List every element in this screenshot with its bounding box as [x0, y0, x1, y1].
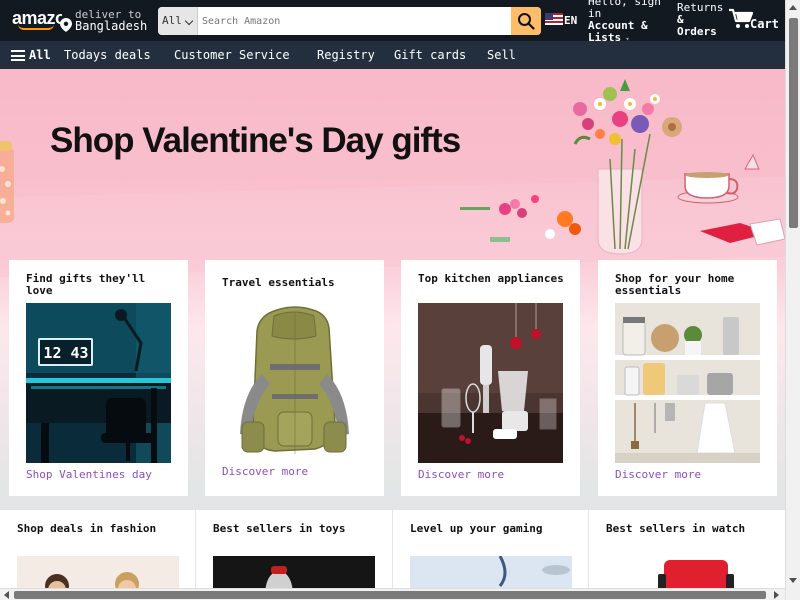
scroll-down-arrow-icon[interactable]	[789, 578, 797, 583]
search-category-label: All	[162, 14, 182, 27]
card-find-gifts[interactable]: Find gifts they'll love 12 43 Shop Valen…	[9, 260, 188, 496]
card-link[interactable]: Discover more	[418, 469, 504, 481]
subnav-sell[interactable]: Sell	[487, 48, 516, 62]
card-kitchen-appliances[interactable]: Top kitchen appliances Discover more	[401, 260, 580, 496]
scroll-up-arrow-icon[interactable]	[789, 5, 797, 10]
kitchen-appliances-image[interactable]	[418, 303, 563, 463]
search-button[interactable]	[511, 7, 541, 35]
logo-smile-icon	[18, 24, 54, 30]
card-link[interactable]: Discover more	[222, 466, 308, 478]
hero-title: Shop Valentine's Day gifts	[50, 121, 461, 160]
search-icon	[518, 13, 535, 30]
cart-label: Cart	[750, 17, 779, 31]
scroll-left-arrow-icon[interactable]	[4, 591, 9, 599]
horizontal-scrollbar[interactable]	[0, 588, 785, 600]
search-input[interactable]	[198, 7, 511, 35]
backpack-image[interactable]	[222, 304, 367, 460]
hamburger-menu-icon[interactable]	[11, 50, 25, 61]
vertical-scroll-thumb[interactable]	[789, 18, 798, 228]
returns-label: Returns	[677, 1, 724, 14]
us-flag-icon	[545, 13, 563, 25]
top-nav: amazon deliver to Bangladesh All EN Hell…	[0, 0, 785, 44]
desk-clock-text: 12 43	[43, 344, 88, 362]
language-selector[interactable]: EN	[545, 13, 577, 27]
card-best-sellers-watch[interactable]: Best sellers in watch	[589, 510, 785, 600]
card-gaming[interactable]: Level up your gaming	[393, 510, 588, 600]
scroll-right-arrow-icon[interactable]	[774, 591, 779, 599]
card-title: Level up your gaming	[410, 522, 543, 535]
language-label: EN	[564, 14, 578, 27]
card-title: Shop deals in fashion	[17, 522, 157, 535]
card-title: Best sellers in toys	[213, 522, 346, 535]
returns-orders[interactable]: Returns & Orders	[677, 2, 727, 38]
card-title: Best sellers in watch	[606, 522, 746, 535]
candle-jar-image	[0, 141, 14, 223]
card-fashion-deals[interactable]: Shop deals in fashion	[0, 510, 195, 600]
search-bar: All	[158, 7, 541, 35]
subnav-gift-cards[interactable]: Gift cards	[394, 48, 466, 62]
horizontal-scroll-thumb[interactable]	[14, 591, 766, 599]
amazon-logo[interactable]: amazon	[12, 8, 62, 30]
deliver-country: Bangladesh	[75, 19, 148, 33]
orders-label: & Orders	[677, 13, 717, 38]
card-title: Travel essentials	[222, 276, 335, 289]
sub-nav: All Todays deals Customer Service Regist…	[0, 41, 785, 69]
subnav-todays-deals[interactable]: Todays deals	[64, 48, 151, 62]
card-best-sellers-toys[interactable]: Best sellers in toys	[196, 510, 392, 600]
cart-button[interactable]: Cart	[728, 8, 779, 34]
card-title: Shop for your home essentials	[615, 272, 735, 297]
account-greeting: Hello, sign in	[588, 0, 661, 20]
flower-bouquet-image	[460, 79, 785, 255]
account-menu[interactable]: Hello, sign in Account & Lists ▾	[588, 0, 670, 45]
vertical-scrollbar[interactable]	[785, 0, 800, 600]
card-link[interactable]: Discover more	[615, 469, 701, 481]
card-title: Top kitchen appliances	[418, 272, 564, 285]
card-link[interactable]: Shop Valentines day	[26, 469, 152, 481]
gaming-desk-image[interactable]: 12 43	[26, 303, 171, 463]
search-category-select[interactable]: All	[158, 7, 198, 35]
chevron-down-icon	[184, 16, 194, 26]
home-shelf-image[interactable]	[615, 303, 760, 463]
subnav-all[interactable]: All	[29, 48, 51, 62]
card-title: Find gifts they'll love	[26, 272, 146, 297]
subnav-customer-service[interactable]: Customer Service	[174, 48, 290, 62]
card-travel-essentials[interactable]: Travel essentials Discover more	[205, 260, 384, 496]
subnav-registry[interactable]: Registry	[317, 48, 375, 62]
location-pin-icon	[60, 18, 72, 32]
card-home-essentials[interactable]: Shop for your home essentials Discover m…	[598, 260, 777, 496]
